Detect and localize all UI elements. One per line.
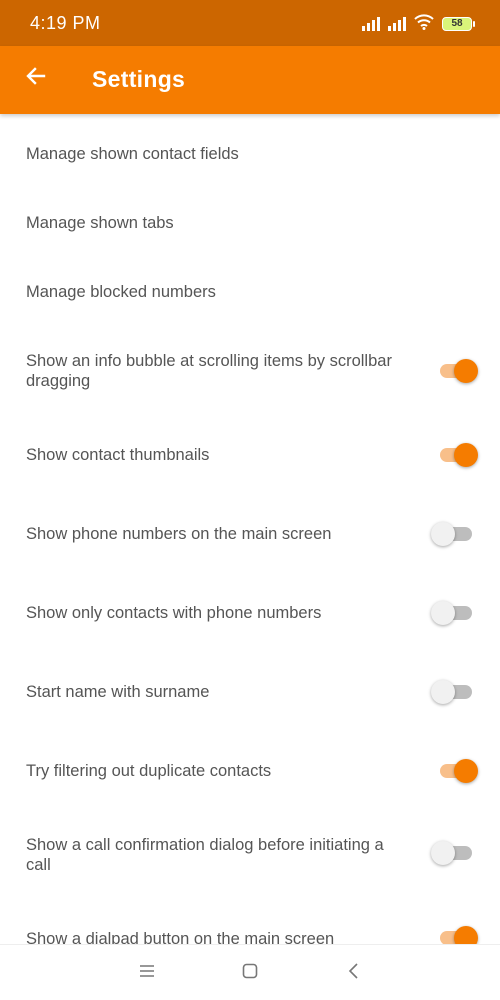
- setting-contact-thumbnails[interactable]: Show contact thumbnails: [0, 424, 500, 488]
- setting-label: Show contact thumbnails: [26, 446, 210, 464]
- setting-label: Show an info bubble at scrolling items b…: [26, 352, 392, 390]
- setting-only-phone-contacts[interactable]: Show only contacts with phone numbers: [0, 584, 500, 648]
- setting-manage-contact-fields[interactable]: Manage shown contact fields: [0, 124, 500, 184]
- setting-manage-blocked-numbers[interactable]: Manage blocked numbers: [0, 264, 500, 324]
- setting-filter-duplicates[interactable]: Try filtering out duplicate contacts: [0, 744, 500, 808]
- setting-dialpad-button[interactable]: Show a dialpad button on the main screen: [0, 909, 500, 944]
- app-bar: Settings: [0, 46, 500, 114]
- only-phone-contacts-toggle[interactable]: [431, 598, 474, 628]
- setting-label: Show phone numbers on the main screen: [26, 525, 332, 543]
- signal-icon: [362, 17, 380, 31]
- arrow-back-icon: [24, 64, 48, 93]
- page-title: Settings: [92, 66, 186, 92]
- navigation-bar: [0, 944, 500, 1000]
- settings-list: Manage shown contact fields Manage shown…: [0, 114, 500, 944]
- toggle-thumb: [431, 522, 455, 546]
- contact-thumbnails-toggle[interactable]: [434, 440, 478, 470]
- status-bar: 4:19 PM 58: [0, 0, 500, 46]
- setting-label: Manage shown contact fields: [26, 145, 239, 163]
- phone-numbers-main-toggle[interactable]: [431, 519, 474, 549]
- toggle-thumb: [454, 359, 478, 383]
- setting-label: Manage blocked numbers: [26, 283, 216, 301]
- toggle-thumb: [454, 443, 478, 467]
- toggle-thumb: [454, 759, 478, 783]
- status-time: 4:19 PM: [30, 13, 101, 33]
- toggle-thumb: [454, 926, 478, 944]
- back-button[interactable]: [18, 60, 54, 96]
- toggle-thumb: [431, 680, 455, 704]
- battery-icon: 58: [442, 17, 475, 31]
- setting-label: Show only contacts with phone numbers: [26, 604, 322, 622]
- setting-call-confirmation[interactable]: Show a call confirmation dialog before i…: [0, 819, 500, 899]
- settings-screen: 4:19 PM 58 Settings Manage shown contact…: [0, 0, 500, 1000]
- setting-label: Show a call confirmation dialog before i…: [26, 836, 384, 874]
- signal-icon: [388, 17, 406, 31]
- home-icon: [241, 962, 259, 985]
- filter-duplicates-toggle[interactable]: [434, 756, 478, 786]
- call-confirmation-toggle[interactable]: [431, 838, 474, 868]
- menu-icon: [138, 964, 156, 983]
- toggle-thumb: [431, 841, 455, 865]
- setting-label: Start name with surname: [26, 683, 210, 701]
- info-bubble-toggle[interactable]: [434, 356, 478, 386]
- setting-label: Try filtering out duplicate contacts: [26, 762, 272, 780]
- setting-info-bubble[interactable]: Show an info bubble at scrolling items b…: [0, 334, 500, 414]
- setting-label: Show a dialpad button on the main screen: [26, 930, 335, 944]
- system-back-button[interactable]: [340, 959, 368, 987]
- toggle-thumb: [431, 601, 455, 625]
- setting-manage-tabs[interactable]: Manage shown tabs: [0, 194, 500, 254]
- wifi-icon: [414, 13, 434, 35]
- name-surname-toggle[interactable]: [431, 677, 474, 707]
- setting-name-surname[interactable]: Start name with surname: [0, 664, 500, 728]
- setting-phone-numbers-main[interactable]: Show phone numbers on the main screen: [0, 504, 500, 568]
- dialpad-button-toggle[interactable]: [434, 923, 478, 944]
- home-button[interactable]: [236, 959, 264, 987]
- recent-apps-button[interactable]: [133, 959, 161, 987]
- setting-label: Manage shown tabs: [26, 214, 174, 232]
- status-icons: 58: [362, 13, 475, 35]
- back-icon: [347, 962, 361, 985]
